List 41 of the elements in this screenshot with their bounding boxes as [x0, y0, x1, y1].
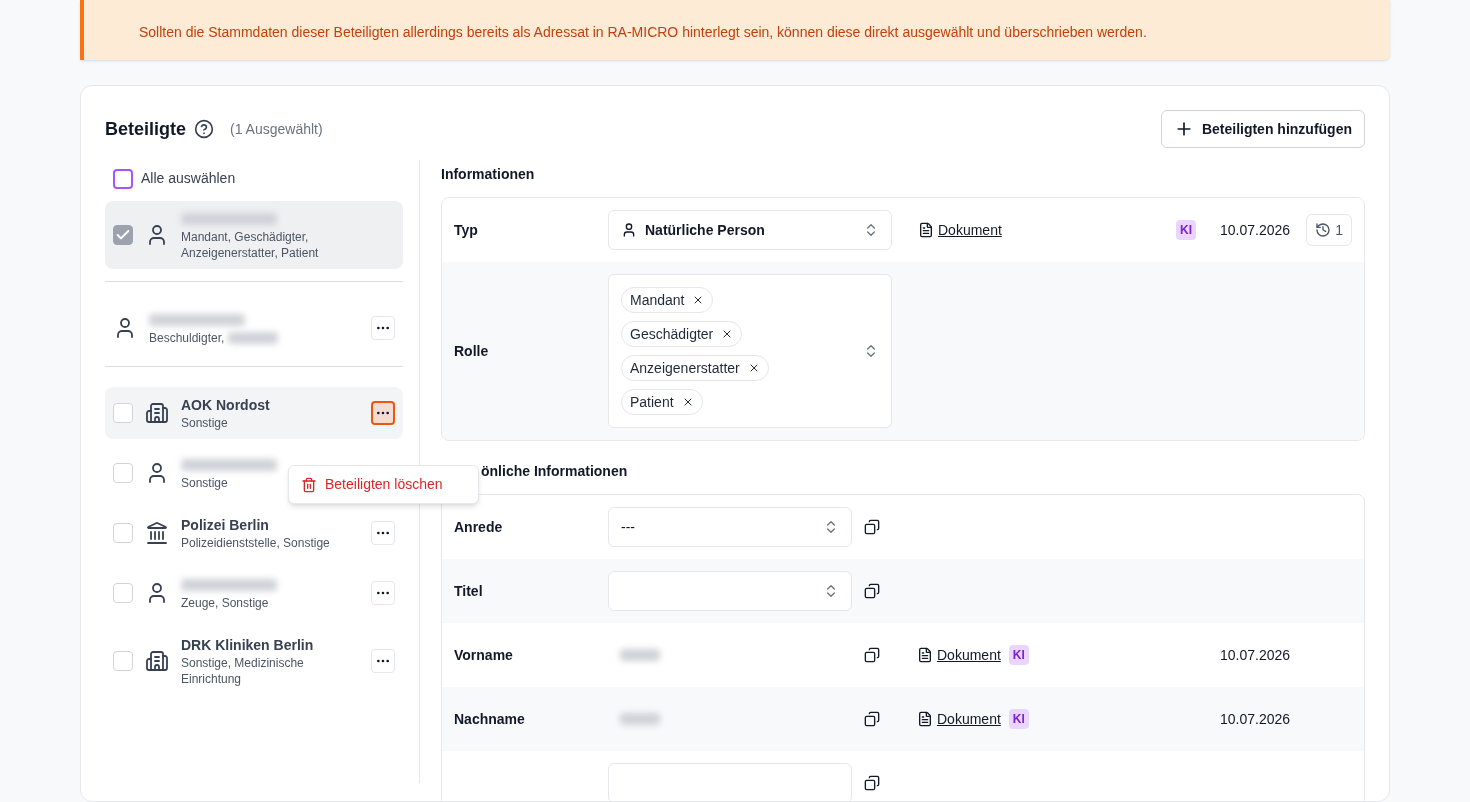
participant-name: Polizei Berlin: [181, 516, 270, 535]
participant-roles: Sonstige, Medizinische Einrichtung: [181, 655, 305, 687]
date-text: 10.07.2026: [1220, 709, 1292, 729]
participant-name: AOK Nordost: [181, 396, 271, 415]
document-link[interactable]: Dokument: [918, 219, 1002, 241]
add-participant-button[interactable]: Beteiligten hinzufügen: [1160, 110, 1365, 148]
section-title: Beteiligte: [105, 117, 187, 141]
date-text: 10.07.2026: [1220, 645, 1292, 665]
role-tag[interactable]: Geschädigter: [621, 321, 743, 347]
field-label: Titel: [454, 581, 484, 601]
document-link[interactable]: Dokument: [917, 644, 1001, 666]
participant-roles: Beschuldigter,: [149, 330, 225, 346]
multi-select-field[interactable]: Mandant Geschädigter Anzeigenerstatter Patient: [608, 274, 892, 428]
ai-badge: KI: [1008, 709, 1029, 729]
document-link[interactable]: Dokument: [917, 708, 1001, 730]
participant-name: DRK Kliniken Berlin: [181, 636, 315, 655]
notice-text: Sollten die Stammdaten dieser Beteiligten allerdings bereits als Adressat in RA-MICRO hinterlegt sein, können diese direkt ausgewählt und überschrieben werden.: [139, 23, 1147, 42]
participant-roles: Polizeidienststelle, Sonstige: [181, 535, 330, 551]
role-tag[interactable]: Patient: [621, 389, 703, 415]
participant-roles: Sonstige: [181, 475, 228, 491]
field-label: Vorname: [454, 645, 514, 665]
field-label: Anrede: [454, 517, 504, 537]
select-all-label: Alle auswählen: [141, 169, 236, 188]
role-tag[interactable]: Mandant: [621, 287, 714, 313]
select-field[interactable]: Natürliche Person: [608, 210, 892, 250]
ai-badge: KI: [1008, 645, 1029, 665]
participant-roles: Mandant, Geschädigter, Anzeigenerstatter, Patient: [181, 229, 320, 261]
subsection-title: önliche Informationen: [481, 462, 629, 481]
field-label: Nachname: [454, 709, 526, 729]
field-label: Rolle: [454, 341, 490, 361]
date-text: 10.07.2026: [1220, 220, 1292, 240]
field-label: Typ: [454, 220, 479, 240]
participant-roles: Sonstige: [181, 415, 228, 431]
ai-badge: KI: [1176, 220, 1196, 240]
select-field[interactable]: ---: [608, 507, 852, 547]
participant-roles: Zeuge, Sonstige: [181, 595, 269, 611]
subsection-title: Informationen: [441, 165, 536, 184]
history-button[interactable]: 1: [1306, 214, 1352, 246]
role-tag[interactable]: Anzeigenerstatter: [621, 355, 769, 381]
selection-count: (1 Ausgewählt): [230, 119, 323, 139]
participant-row[interactable]: Mandant, Geschädigter, Anzeigenerstatter, Patient: [105, 201, 403, 269]
